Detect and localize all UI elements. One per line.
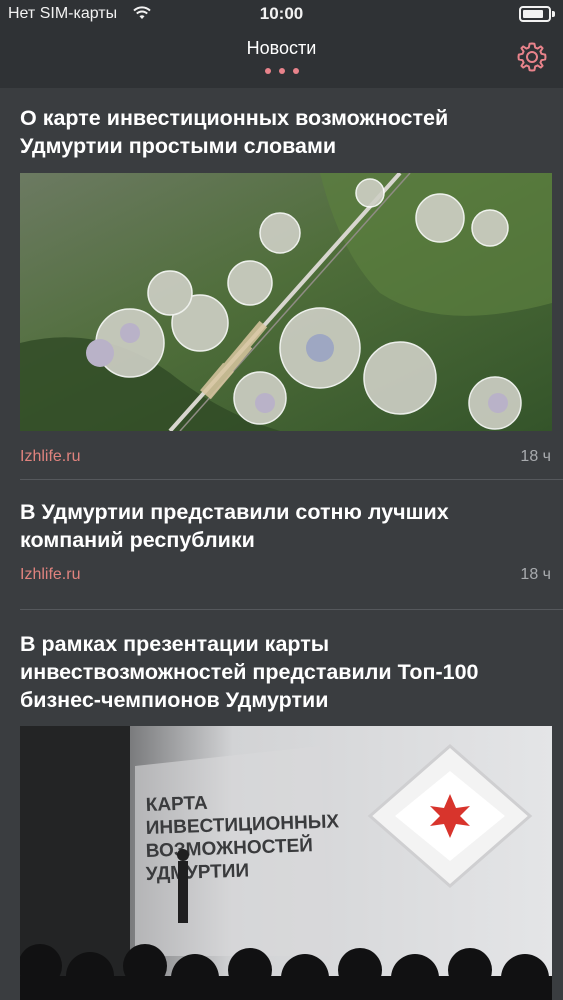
page-title: Новости bbox=[246, 38, 317, 58]
page-dot[interactable] bbox=[292, 68, 299, 74]
article-time: 18 ч bbox=[520, 448, 551, 465]
presentation-stage-image: КАРТА ИНВЕСТИЦИОННЫХ ВОЗМОЖНОСТЕЙ УДМУРТ… bbox=[20, 726, 552, 1000]
news-feed[interactable]: О карте инвестиционных возможностей Удму… bbox=[0, 88, 563, 1000]
battery-icon bbox=[519, 6, 555, 22]
article-image[interactable] bbox=[20, 173, 552, 431]
article-title[interactable]: О карте инвестиционных возможностей Удму… bbox=[20, 104, 540, 160]
status-bar: Нет SIM-карты 10:00 bbox=[0, 0, 563, 30]
news-item[interactable]: О карте инвестиционных возможностей Удму… bbox=[0, 88, 563, 480]
svg-text:УДМУРТИИ: УДМУРТИИ bbox=[145, 860, 249, 885]
clock: 10:00 bbox=[259, 4, 304, 23]
battery-level bbox=[523, 10, 544, 18]
page-indicator[interactable] bbox=[0, 68, 563, 74]
news-item[interactable]: В Удмуртии представили сотню лучших комп… bbox=[0, 480, 563, 610]
svg-text:КАРТА: КАРТА bbox=[145, 793, 208, 816]
article-image[interactable]: КАРТА ИНВЕСТИЦИОННЫХ ВОЗМОЖНОСТЕЙ УДМУРТ… bbox=[20, 726, 552, 1000]
gear-icon[interactable] bbox=[515, 40, 549, 74]
article-time: 18 ч bbox=[520, 566, 551, 583]
article-source[interactable]: Izhlife.ru bbox=[20, 566, 80, 584]
article-title[interactable]: В рамках презентации карты инвествозможн… bbox=[20, 630, 540, 714]
page-dot[interactable] bbox=[278, 68, 285, 74]
nav-bar: Новости bbox=[0, 30, 563, 88]
article-title[interactable]: В Удмуртии представили сотню лучших комп… bbox=[20, 498, 540, 554]
page-dot[interactable] bbox=[264, 68, 271, 74]
news-item[interactable]: В рамках презентации карты инвествозможн… bbox=[0, 610, 563, 1000]
aerial-city-plan-image bbox=[20, 173, 552, 431]
article-source[interactable]: Izhlife.ru bbox=[20, 448, 80, 466]
